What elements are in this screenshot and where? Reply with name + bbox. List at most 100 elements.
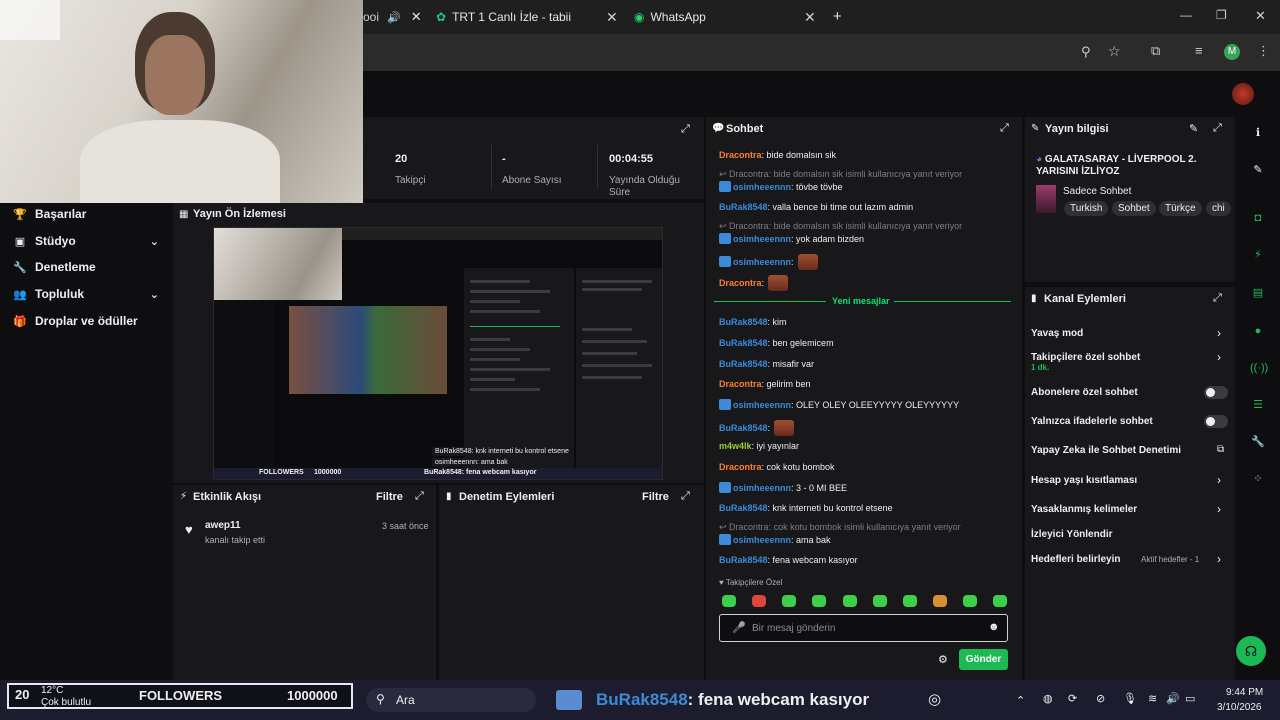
taskbar-search[interactable]: ⚲ Ara — [366, 688, 536, 712]
popout-icon[interactable]: ⤢ — [1000, 122, 1009, 135]
chevron-right-icon[interactable]: › — [1217, 552, 1221, 566]
emote-picker-icon[interactable] — [843, 595, 857, 607]
list-icon[interactable]: ☰ — [1250, 397, 1266, 413]
popout-icon[interactable]: ⤢ — [681, 123, 690, 136]
bookmark-star-icon[interactable]: ☆ — [1108, 43, 1121, 60]
chat-username[interactable]: osimheeennn — [733, 182, 791, 192]
emote-picker-icon[interactable] — [722, 595, 736, 607]
chat-input-box[interactable]: 🎤 ☻ — [719, 614, 1008, 642]
camera-icon[interactable]: ◘ — [1250, 210, 1266, 226]
emote-picker-icon[interactable] — [752, 595, 766, 607]
chat-username[interactable]: BuRak8548 — [719, 338, 768, 348]
channel-action-item[interactable]: Hesap yaşı kısıtlaması — [1031, 475, 1137, 486]
emote-picker-icon[interactable] — [933, 595, 947, 607]
chat-bubble-icon[interactable]: ● — [1250, 323, 1266, 339]
info-icon[interactable]: ℹ — [1250, 125, 1266, 141]
chat-username[interactable]: osimheeennn — [733, 400, 791, 410]
chat-username[interactable]: osimheeennn — [733, 483, 791, 493]
activity-filter-button[interactable]: Filtre — [376, 491, 403, 503]
chat-username[interactable]: Dracontra — [719, 462, 762, 472]
close-tab-icon[interactable]: ✕ — [804, 9, 816, 26]
emoji-icon[interactable]: ☻ — [988, 621, 1000, 633]
chevron-right-icon[interactable]: › — [1217, 350, 1221, 364]
send-button[interactable]: Gönder — [959, 649, 1008, 670]
chat-username[interactable]: BuRak8548 — [719, 423, 768, 433]
clock-date[interactable]: 3/10/2026 — [1217, 702, 1262, 713]
document-icon[interactable]: ▤ — [1250, 285, 1266, 301]
popout-icon[interactable]: ⤢ — [1213, 292, 1222, 305]
chevron-right-icon[interactable]: › — [1217, 502, 1221, 516]
chat-username[interactable]: BuRak8548 — [719, 503, 768, 513]
channel-action-item[interactable]: Yavaş mod — [1031, 328, 1083, 339]
chat-username[interactable]: BuRak8548 — [719, 359, 768, 369]
maximize-button[interactable]: ❐ — [1216, 8, 1227, 22]
emote-picker-icon[interactable] — [993, 595, 1007, 607]
popout-icon[interactable]: ⤢ — [681, 490, 690, 503]
close-tab-icon[interactable]: ✕ — [411, 9, 422, 25]
chat-username[interactable]: BuRak8548 — [719, 202, 768, 212]
battery-icon[interactable]: ▭ — [1185, 692, 1195, 705]
channel-action-item[interactable]: İzleyici Yönlendir — [1031, 529, 1113, 540]
new-tab-button[interactable]: + — [833, 8, 842, 25]
chevron-right-icon[interactable]: › — [1217, 473, 1221, 487]
more-icon[interactable]: ⁘ — [1250, 471, 1266, 487]
popout-icon[interactable]: ⤢ — [1213, 122, 1222, 135]
taskbar-app-icon[interactable] — [556, 690, 582, 710]
clock-time[interactable]: 9:44 PM — [1226, 687, 1263, 698]
chat-username[interactable]: osimheeennn — [733, 257, 791, 267]
close-tab-icon[interactable]: ✕ — [606, 9, 618, 26]
headset-help-icon[interactable]: ☊ — [1236, 636, 1266, 666]
chat-username[interactable]: Dracontra — [719, 379, 762, 389]
chat-input[interactable] — [752, 621, 972, 635]
wrench-icon[interactable]: 🔧 — [1250, 434, 1266, 450]
zoom-icon[interactable]: ⚲ — [1081, 44, 1091, 60]
nav-item-studio[interactable]: ▣ Stüdyo ⌄ — [0, 228, 173, 254]
stream-preview-video[interactable]: BuRak8548: knk interneti bu kontrol etse… — [213, 227, 663, 480]
chat-username[interactable]: BuRak8548 — [719, 555, 768, 565]
nav-item-community[interactable]: 👥 Topluluk ⌄ — [0, 281, 173, 307]
toggle-switch[interactable] — [1204, 415, 1228, 428]
profile-avatar[interactable]: M — [1224, 44, 1240, 60]
volume-icon[interactable]: 🔊 — [1166, 692, 1180, 705]
chat-username[interactable]: osimheeennn — [733, 234, 791, 244]
nav-item-achievements[interactable]: 🏆 Başarılar — [0, 201, 173, 227]
media-control-icon[interactable]: ≡ — [1195, 43, 1203, 58]
popout-icon[interactable]: ⤢ — [415, 490, 424, 503]
pencil-icon[interactable]: ✎ — [1250, 162, 1266, 178]
browser-tab-whatsapp[interactable]: ◉ WhatsApp ✕ — [634, 4, 824, 30]
mute-icon[interactable]: ⊘ — [1096, 692, 1105, 705]
chat-username[interactable]: osimheeennn — [733, 535, 791, 545]
tag-chip[interactable]: Sohbet — [1112, 201, 1156, 216]
lightning-icon[interactable]: ⚡ — [1250, 247, 1266, 263]
user-avatar[interactable] — [1232, 83, 1254, 105]
emote-picker-icon[interactable] — [782, 595, 796, 607]
tray-icon[interactable]: ◍ — [1043, 692, 1053, 705]
toggle-switch[interactable] — [1204, 386, 1228, 399]
edit-icon[interactable]: ✎ — [1189, 122, 1198, 135]
close-window-button[interactable]: ✕ — [1255, 8, 1266, 24]
browser-tab-partial[interactable]: ooi 🔊 ✕ — [363, 4, 423, 30]
category-name[interactable]: Sadece Sohbet — [1063, 186, 1131, 197]
wifi-icon[interactable]: ≋ — [1148, 692, 1157, 705]
channel-action-item[interactable]: Abonelere özel sohbet — [1031, 387, 1138, 398]
tag-chip[interactable]: Turkish — [1064, 201, 1109, 216]
emote-picker-icon[interactable] — [812, 595, 826, 607]
mod-filter-button[interactable]: Filtre — [642, 491, 669, 503]
chat-username[interactable]: BuRak8548 — [719, 317, 768, 327]
tag-chip[interactable]: chi — [1206, 201, 1231, 216]
chat-username[interactable]: Dracontra — [719, 150, 762, 160]
nav-item-moderation[interactable]: 🔧 Denetleme — [0, 254, 173, 280]
channel-action-item[interactable]: Yalnızca ifadelerle sohbet — [1031, 416, 1153, 427]
nav-item-drops[interactable]: 🎁 Droplar ve ödüller — [0, 308, 173, 334]
channel-action-item[interactable]: Yasaklanmış kelimeler — [1031, 504, 1137, 515]
chat-username[interactable]: m4w4lk — [719, 441, 752, 451]
channel-action-item[interactable]: Takipçilere özel sohbet — [1031, 352, 1140, 363]
chevron-right-icon[interactable]: › — [1217, 326, 1221, 340]
emote-picker-icon[interactable] — [903, 595, 917, 607]
chrome-icon[interactable]: ◎ — [928, 690, 941, 708]
emote-picker-icon[interactable] — [963, 595, 977, 607]
broadcast-icon[interactable]: ((·)) — [1250, 360, 1268, 376]
event-user[interactable]: awep11 — [205, 520, 241, 531]
tag-chip[interactable]: Türkçe — [1159, 201, 1202, 216]
microphone-icon[interactable]: 🎙 — [1123, 692, 1137, 705]
